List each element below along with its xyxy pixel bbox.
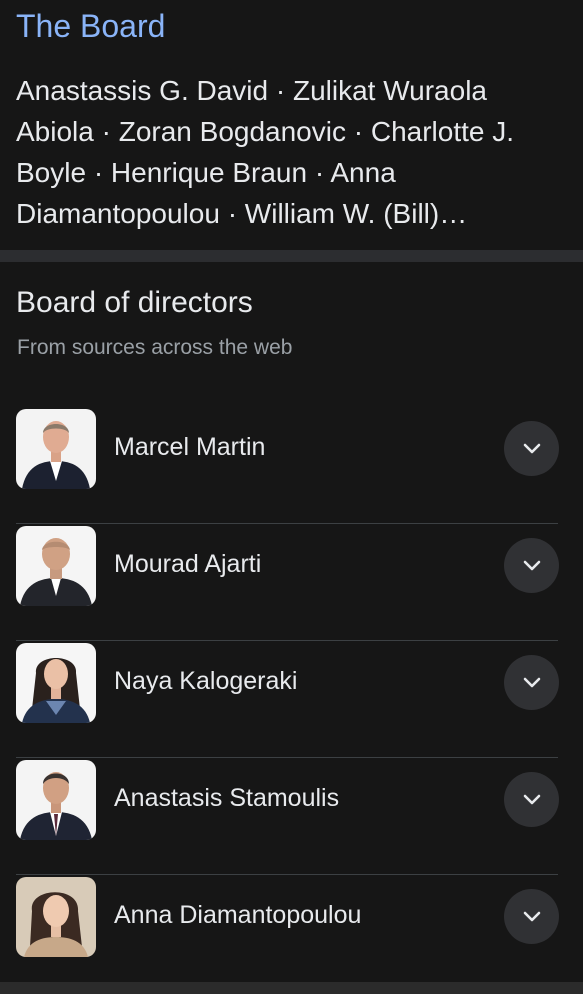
- director-name: Marcel Martin: [114, 433, 266, 461]
- director-row-marcel-martin[interactable]: Marcel Martin: [0, 407, 583, 524]
- director-name: Anna Diamantopoulou: [114, 901, 362, 929]
- director-photo: [16, 643, 96, 723]
- director-name: Anastasis Stamoulis: [114, 784, 340, 812]
- chevron-down-icon: [523, 677, 540, 687]
- board-title-link[interactable]: The Board: [16, 8, 165, 45]
- chevron-down-icon: [523, 794, 540, 804]
- expand-button[interactable]: [504, 421, 559, 476]
- director-name: Naya Kalogeraki: [114, 667, 298, 695]
- expand-button[interactable]: [504, 538, 559, 593]
- bottom-edge: [0, 982, 583, 994]
- board-section: The Board Anastassis G. David · Zulikat …: [0, 0, 583, 250]
- director-row-anastasis-stamoulis[interactable]: Anastasis Stamoulis: [0, 758, 583, 875]
- expand-button[interactable]: [504, 772, 559, 827]
- section-divider: [0, 250, 583, 262]
- chevron-down-icon: [523, 443, 540, 453]
- expand-button[interactable]: [504, 889, 559, 944]
- panel-title: Board of directors: [16, 286, 253, 319]
- director-name: Mourad Ajarti: [114, 550, 262, 578]
- director-photo: [16, 526, 96, 606]
- panel-subtitle: From sources across the web: [17, 336, 293, 359]
- director-photo: [16, 877, 96, 957]
- director-photo: [16, 760, 96, 840]
- director-photo: [16, 409, 96, 489]
- chevron-down-icon: [523, 560, 540, 570]
- board-members-text: Anastassis G. David · Zulikat Wuraola Ab…: [16, 75, 515, 229]
- board-of-directors-panel: Board of directors From sources across t…: [0, 262, 583, 994]
- directors-list: Marcel Martin Mourad Ajarti Naya Kaloger…: [0, 407, 583, 992]
- chevron-down-icon: [523, 911, 540, 921]
- director-row-anna-diamantopoulou[interactable]: Anna Diamantopoulou: [0, 875, 583, 992]
- expand-button[interactable]: [504, 655, 559, 710]
- director-row-mourad-ajarti[interactable]: Mourad Ajarti: [0, 524, 583, 641]
- director-row-naya-kalogeraki[interactable]: Naya Kalogeraki: [0, 641, 583, 758]
